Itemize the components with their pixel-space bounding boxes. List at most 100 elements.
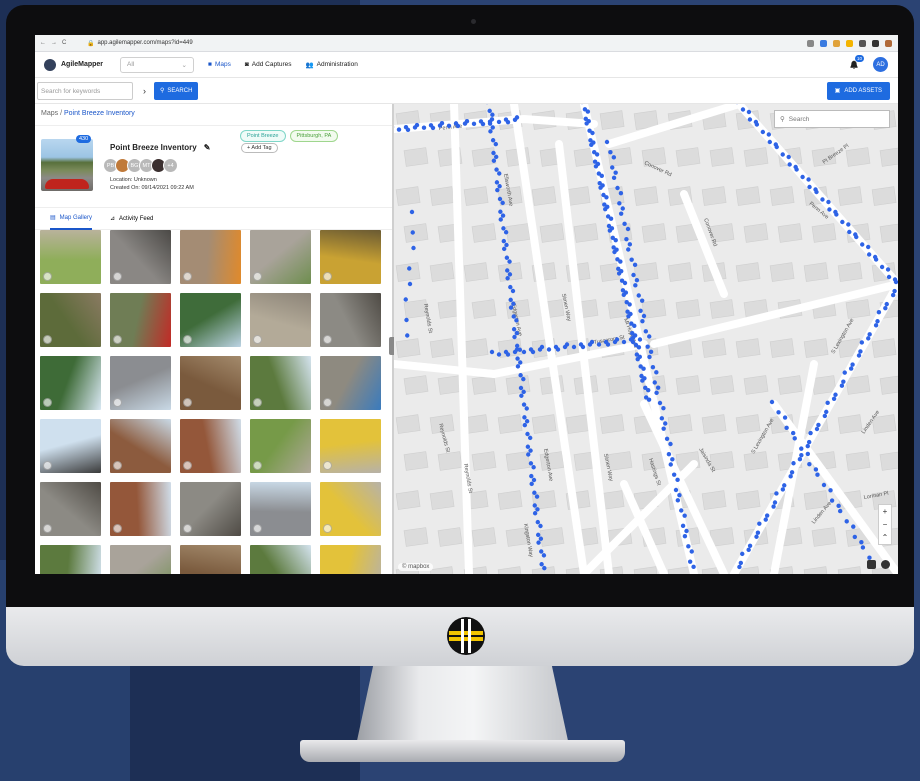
gallery-photo[interactable]: [250, 419, 311, 473]
gallery-photo[interactable]: [110, 230, 171, 284]
select-checkbox[interactable]: [323, 524, 332, 533]
road: [450, 104, 473, 574]
select-checkbox[interactable]: [253, 398, 262, 407]
select-checkbox[interactable]: [113, 335, 122, 344]
gallery-photo[interactable]: [40, 293, 101, 347]
search-button[interactable]: ⚲ SEARCH: [154, 81, 199, 100]
gallery-photo[interactable]: [180, 293, 241, 347]
info-icon[interactable]: [881, 560, 890, 569]
tag-pittsburgh[interactable]: Pittsburgh, PA: [289, 130, 339, 142]
tab-map-gallery[interactable]: ▤ Map Gallery: [50, 208, 93, 230]
add-tag-button[interactable]: + Add Tag: [241, 143, 278, 153]
asset-marker: [604, 139, 610, 145]
gallery-photo[interactable]: [320, 230, 381, 284]
select-checkbox[interactable]: [43, 398, 52, 407]
select-checkbox[interactable]: [43, 461, 52, 470]
gallery-photo[interactable]: [180, 419, 241, 473]
back-icon[interactable]: ←: [40, 40, 46, 46]
compass-button[interactable]: ⌃: [879, 531, 891, 544]
asset-marker: [654, 390, 659, 396]
gallery-photo[interactable]: [110, 356, 171, 410]
gallery-photo[interactable]: [250, 293, 311, 347]
select-checkbox[interactable]: [323, 398, 332, 407]
map-search-input[interactable]: ⚲ Search: [774, 110, 890, 128]
pencil-icon[interactable]: ✎: [204, 143, 211, 152]
gallery-photo[interactable]: [250, 230, 311, 284]
select-checkbox[interactable]: [183, 335, 192, 344]
chevron-right-icon[interactable]: ›: [143, 86, 146, 96]
notifications-button[interactable]: 10: [849, 54, 864, 70]
select-checkbox[interactable]: [253, 461, 262, 470]
gallery-photo[interactable]: [40, 356, 101, 410]
keyword-search-input[interactable]: Search for keywords: [37, 81, 133, 100]
select-checkbox[interactable]: [183, 272, 192, 281]
breadcrumb-current[interactable]: Point Breeze Inventory: [64, 110, 135, 117]
tab-activity-feed[interactable]: ⊿ Activity Feed: [110, 208, 153, 230]
layers-icon[interactable]: [867, 560, 876, 569]
extension-icon[interactable]: [807, 39, 814, 47]
gallery-photo[interactable]: [180, 356, 241, 410]
zoom-out-button[interactable]: −: [879, 518, 891, 531]
reload-icon[interactable]: C: [62, 40, 66, 46]
extension-icon[interactable]: [846, 39, 853, 47]
zoom-in-button[interactable]: +: [879, 505, 891, 518]
extension-icon[interactable]: [820, 39, 827, 47]
gallery-photo[interactable]: [40, 419, 101, 473]
select-checkbox[interactable]: [43, 524, 52, 533]
nav-maps[interactable]: ■ Maps: [208, 61, 231, 68]
brand[interactable]: AgileMapper: [35, 58, 117, 71]
building: [497, 262, 523, 282]
map-thumbnail[interactable]: [41, 139, 93, 191]
tag-point-breeze[interactable]: Point Breeze: [240, 130, 286, 142]
select-checkbox[interactable]: [323, 272, 332, 281]
gallery-photo[interactable]: [180, 482, 241, 536]
address-bar[interactable]: 🔒 app.agilemapper.com/maps?id=449: [87, 40, 193, 47]
extension-icon[interactable]: [859, 39, 866, 47]
gallery-photo[interactable]: [110, 293, 171, 347]
select-checkbox[interactable]: [113, 524, 122, 533]
select-checkbox[interactable]: [43, 272, 52, 281]
gallery-photo[interactable]: [110, 545, 171, 574]
select-checkbox[interactable]: [113, 398, 122, 407]
gallery-photo[interactable]: [40, 230, 101, 284]
gallery-photo[interactable]: [320, 545, 381, 574]
select-checkbox[interactable]: [183, 461, 192, 470]
gallery-photo[interactable]: [250, 356, 311, 410]
map-filter-select[interactable]: All ⌄: [120, 56, 194, 73]
select-checkbox[interactable]: [183, 398, 192, 407]
select-checkbox[interactable]: [253, 335, 262, 344]
gallery-photo[interactable]: [40, 482, 101, 536]
select-checkbox[interactable]: [183, 524, 192, 533]
forward-icon[interactable]: →: [51, 40, 57, 46]
select-checkbox[interactable]: [43, 335, 52, 344]
gallery-photo[interactable]: [320, 356, 381, 410]
gallery-photo[interactable]: [320, 482, 381, 536]
add-assets-button[interactable]: ▣ ADD ASSETS: [826, 81, 890, 100]
select-checkbox[interactable]: [113, 272, 122, 281]
contributor-avatar[interactable]: +4: [163, 158, 178, 173]
gallery-photo[interactable]: [180, 545, 241, 574]
map-canvas[interactable]: Penn AveEllsworth AveConover RdPt Breeze…: [394, 104, 898, 574]
nav-administration[interactable]: 👥 Administration: [306, 61, 358, 69]
extension-icon[interactable]: [833, 39, 840, 47]
gallery-photo[interactable]: [110, 482, 171, 536]
gallery-photo[interactable]: [320, 293, 381, 347]
select-checkbox[interactable]: [253, 272, 262, 281]
gallery-photo[interactable]: [320, 419, 381, 473]
extension-icon[interactable]: [872, 39, 879, 47]
mapbox-attribution[interactable]: © mapbox: [398, 563, 434, 571]
select-checkbox[interactable]: [323, 335, 332, 344]
breadcrumb-root[interactable]: Maps: [41, 110, 58, 117]
gallery-photo[interactable]: [110, 419, 171, 473]
select-checkbox[interactable]: [253, 524, 262, 533]
select-checkbox[interactable]: [323, 461, 332, 470]
nav-add-captures[interactable]: ◙ Add Captures: [245, 61, 292, 68]
extension-icon[interactable]: [885, 39, 892, 47]
map-view[interactable]: Penn Ave Ellsworth Ave Conover Rd Pt Breeze…: [394, 104, 898, 574]
gallery-photo[interactable]: [250, 482, 311, 536]
gallery-photo[interactable]: [40, 545, 101, 574]
gallery-photo[interactable]: [250, 545, 311, 574]
select-checkbox[interactable]: [113, 461, 122, 470]
user-avatar[interactable]: AD: [873, 57, 888, 72]
gallery-photo[interactable]: [180, 230, 241, 284]
